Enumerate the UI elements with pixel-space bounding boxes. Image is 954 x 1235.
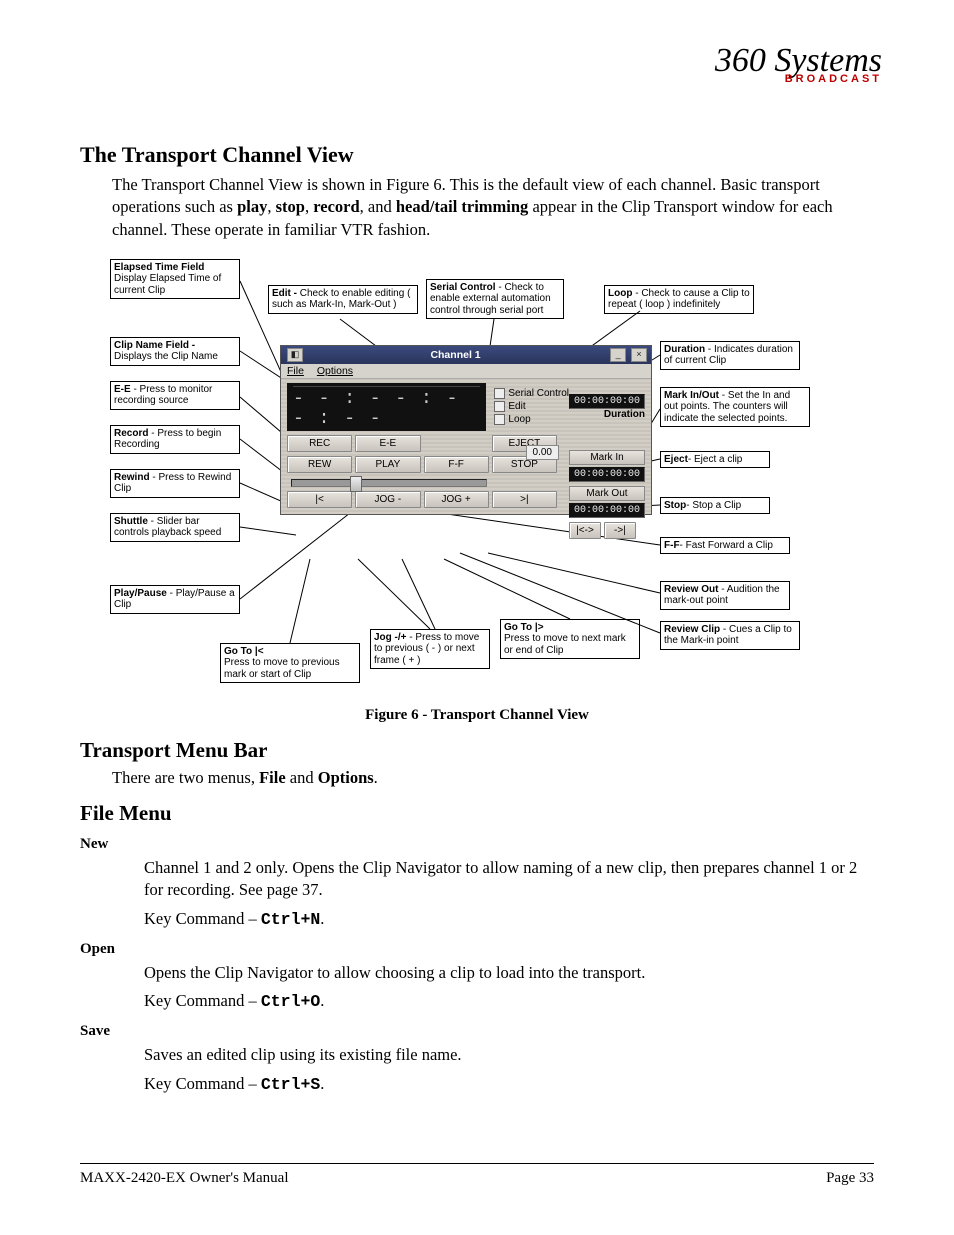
brand-logo: 360 Systems BROADCAST bbox=[715, 44, 882, 85]
ff-button[interactable]: F-F bbox=[424, 456, 489, 473]
mark-in-button[interactable]: Mark In bbox=[569, 450, 645, 465]
open-key: Key Command – Ctrl+O. bbox=[144, 990, 874, 1013]
elapsed-time-readout: - - : - - : - - : - - bbox=[293, 389, 480, 429]
new-desc: Channel 1 and 2 only. Opens the Clip Nav… bbox=[144, 857, 874, 902]
subhead-open: Open bbox=[80, 941, 874, 958]
callout-clipname: Clip Name Field -Displays the Clip Name bbox=[110, 337, 240, 366]
close-button[interactable]: × bbox=[631, 348, 647, 362]
callout-goto-start: Go To |<Press to move to previous mark o… bbox=[220, 643, 360, 684]
callout-playpause: Play/Pause - Play/Pause a Clip bbox=[110, 585, 240, 614]
menubar: File Options bbox=[281, 364, 651, 379]
duration-value: 00:00:00:00 bbox=[569, 394, 645, 409]
callout-stop: Stop- Stop a Clip bbox=[660, 497, 770, 515]
save-key: Key Command – Ctrl+S. bbox=[144, 1073, 874, 1096]
callout-goto-end: Go To |>Press to move to next mark or en… bbox=[500, 619, 640, 660]
mark-out-button[interactable]: Mark Out bbox=[569, 486, 645, 501]
callout-markio: Mark In/Out - Set the In and out points.… bbox=[660, 387, 810, 428]
callout-shuttle: Shuttle - Slider bar controls playback s… bbox=[110, 513, 240, 542]
review-out-button[interactable]: ->| bbox=[604, 522, 636, 539]
menu-options[interactable]: Options bbox=[317, 365, 353, 377]
transport-channel-window: ◧ Channel 1 _ × File Options bbox=[280, 345, 652, 515]
review-clip-button[interactable]: |<-> bbox=[569, 522, 601, 539]
goto-start-button[interactable]: |< bbox=[287, 491, 352, 508]
rec-button[interactable]: REC bbox=[287, 435, 352, 452]
section-heading-menu-bar: Transport Menu Bar bbox=[80, 738, 874, 763]
edit-label: Edit bbox=[508, 400, 525, 413]
timecode-display: - - : - - : - - : - - bbox=[287, 383, 486, 431]
intro-paragraph: The Transport Channel View is shown in F… bbox=[112, 174, 874, 241]
window-sysmenu-icon[interactable]: ◧ bbox=[287, 348, 303, 362]
subhead-new: New bbox=[80, 836, 874, 853]
jog-minus-button[interactable]: JOG - bbox=[355, 491, 420, 508]
figure-caption: Figure 6 - Transport Channel View bbox=[80, 707, 874, 724]
callout-jog: Jog -/+ - Press to move to previous ( - … bbox=[370, 629, 490, 670]
edit-checkbox[interactable] bbox=[494, 401, 505, 412]
callout-ee: E-E - Press to monitor recording source bbox=[110, 381, 240, 410]
jog-plus-button[interactable]: JOG + bbox=[424, 491, 489, 508]
section-heading-transport-view: The Transport Channel View bbox=[80, 142, 874, 168]
footer-left: MAXX-2420-EX Owner's Manual bbox=[80, 1170, 289, 1187]
callout-review-out: Review Out - Audition the mark-out point bbox=[660, 581, 790, 610]
window-title: Channel 1 bbox=[303, 349, 608, 361]
mark-in-value: 00:00:00:00 bbox=[569, 467, 645, 482]
callout-edit: Edit - Check to enable editing ( such as… bbox=[268, 285, 418, 314]
mark-out-value: 00:00:00:00 bbox=[569, 503, 645, 518]
footer-right: Page 33 bbox=[826, 1170, 874, 1187]
menu-file[interactable]: File bbox=[287, 365, 304, 377]
serial-control-checkbox[interactable] bbox=[494, 388, 505, 399]
menu-bar-paragraph: There are two menus, File and Options. bbox=[112, 767, 874, 789]
play-button[interactable]: PLAY bbox=[355, 456, 420, 473]
new-key: Key Command – Ctrl+N. bbox=[144, 908, 874, 931]
shuttle-slider[interactable] bbox=[291, 479, 487, 487]
callout-loop: Loop - Check to cause a Clip to repeat (… bbox=[604, 285, 754, 314]
clip-name-field bbox=[293, 385, 480, 387]
rew-button[interactable]: REW bbox=[287, 456, 352, 473]
speed-readout: 0.00 bbox=[526, 445, 559, 460]
callout-ff: F-F- Fast Forward a Clip bbox=[660, 537, 790, 555]
loop-label: Loop bbox=[508, 413, 530, 426]
callout-review-clip: Review Clip - Cues a Clip to the Mark-in… bbox=[660, 621, 800, 650]
callout-duration: Duration - Indicates duration of current… bbox=[660, 341, 800, 370]
ee-button[interactable]: E-E bbox=[355, 435, 420, 452]
loop-checkbox[interactable] bbox=[494, 414, 505, 425]
save-desc: Saves an edited clip using its existing … bbox=[144, 1044, 874, 1066]
callout-elapsed: Elapsed Time FieldDisplay Elapsed Time o… bbox=[110, 259, 240, 300]
callout-serial: Serial Control - Check to enable externa… bbox=[426, 279, 564, 320]
section-heading-file-menu: File Menu bbox=[80, 801, 874, 826]
callout-record: Record - Press to begin Recording bbox=[110, 425, 240, 454]
open-desc: Opens the Clip Navigator to allow choosi… bbox=[144, 962, 874, 984]
figure-6: Elapsed Time FieldDisplay Elapsed Time o… bbox=[80, 259, 874, 699]
subhead-save: Save bbox=[80, 1023, 874, 1040]
goto-end-button[interactable]: >| bbox=[492, 491, 557, 508]
callout-eject: Eject- Eject a clip bbox=[660, 451, 770, 469]
serial-control-label: Serial Control bbox=[508, 387, 569, 400]
minimize-button[interactable]: _ bbox=[610, 348, 626, 362]
callout-rewind: Rewind - Press to Rewind Clip bbox=[110, 469, 240, 498]
